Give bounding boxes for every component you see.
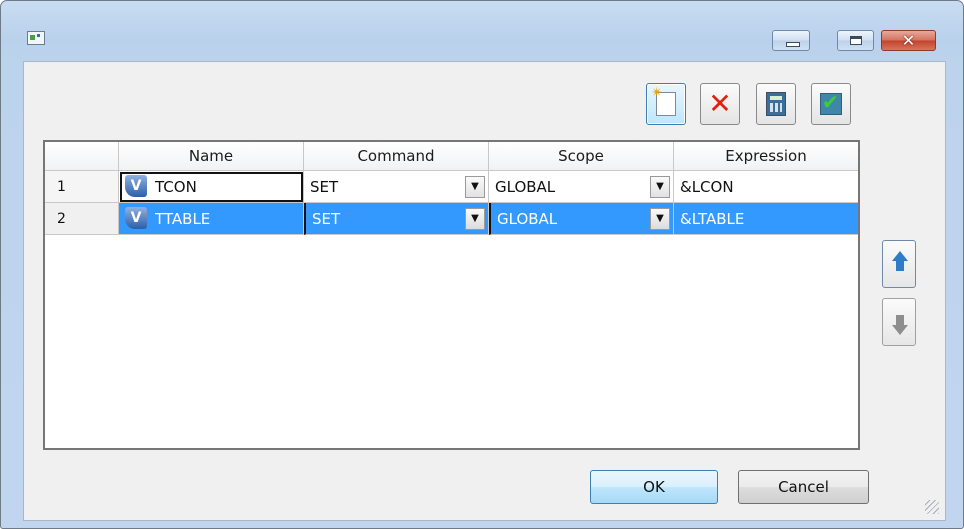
grid-header: Name Command Scope Expression: [45, 142, 858, 171]
chevron-down-icon[interactable]: ▼: [650, 176, 670, 198]
column-header-command[interactable]: Command: [304, 142, 489, 170]
arrow-down-icon: [892, 315, 908, 335]
name-value: TCON: [155, 178, 197, 196]
calculator-button[interactable]: [756, 83, 796, 125]
close-icon: ✕: [901, 31, 916, 50]
move-down-button[interactable]: [882, 298, 916, 346]
command-value: SET: [310, 178, 339, 196]
resize-grip-icon[interactable]: [925, 500, 939, 514]
scope-dropdown[interactable]: GLOBAL ▼: [489, 203, 674, 235]
name-cell[interactable]: V TTABLE: [119, 203, 304, 235]
scope-dropdown[interactable]: GLOBAL ▼: [489, 171, 674, 203]
scope-value: GLOBAL: [495, 178, 556, 196]
chevron-down-icon[interactable]: ▼: [465, 208, 485, 230]
dialog-window: ✕ ✕ Name Command Scope Expression 1 V TCO…: [0, 0, 964, 529]
check-icon: [820, 90, 842, 115]
title-bar[interactable]: ✕: [1, 1, 963, 51]
variables-grid[interactable]: Name Command Scope Expression 1 V TCON SE…: [43, 140, 860, 450]
new-row-button[interactable]: [646, 83, 686, 125]
table-row-selected[interactable]: 2 V TTABLE SET ▼ GLOBAL ▼ &LTABLE: [45, 203, 858, 235]
minimize-icon: [786, 42, 800, 47]
command-dropdown[interactable]: SET ▼: [304, 171, 489, 203]
column-header-scope[interactable]: Scope: [489, 142, 674, 170]
new-document-icon: [651, 85, 676, 116]
chevron-down-icon[interactable]: ▼: [650, 208, 670, 230]
row-number[interactable]: 2: [45, 203, 119, 235]
command-value: SET: [312, 210, 341, 228]
row-number[interactable]: 1: [45, 171, 119, 203]
variable-icon: V: [125, 206, 147, 229]
validate-button[interactable]: [811, 83, 851, 125]
scope-value: GLOBAL: [497, 210, 558, 228]
command-dropdown[interactable]: SET ▼: [304, 203, 489, 235]
column-header-expression[interactable]: Expression: [674, 142, 858, 170]
delete-row-button[interactable]: ✕: [700, 83, 740, 125]
row-number-header[interactable]: [45, 142, 119, 170]
column-header-name[interactable]: Name: [119, 142, 304, 170]
calculator-icon: [766, 92, 786, 116]
expression-cell[interactable]: &LTABLE: [674, 203, 858, 235]
close-button[interactable]: ✕: [881, 30, 936, 51]
dialog-client-area: ✕ Name Command Scope Expression 1 V TCON …: [23, 61, 946, 521]
ok-button[interactable]: OK: [590, 470, 718, 504]
maximize-button[interactable]: [837, 30, 874, 51]
delete-icon: ✕: [708, 87, 732, 120]
name-value: TTABLE: [155, 210, 211, 228]
maximize-icon: [850, 36, 862, 45]
move-up-button[interactable]: [882, 240, 916, 288]
arrow-up-icon: [892, 251, 908, 271]
variable-icon: V: [125, 174, 147, 197]
name-cell[interactable]: V TCON: [119, 171, 304, 203]
cancel-button[interactable]: Cancel: [738, 470, 869, 504]
minimize-button[interactable]: [772, 30, 810, 51]
table-row[interactable]: 1 V TCON SET ▼ GLOBAL ▼ &LCON: [45, 171, 858, 203]
chevron-down-icon[interactable]: ▼: [465, 176, 485, 198]
app-icon[interactable]: [27, 31, 45, 45]
expression-cell[interactable]: &LCON: [674, 171, 858, 203]
